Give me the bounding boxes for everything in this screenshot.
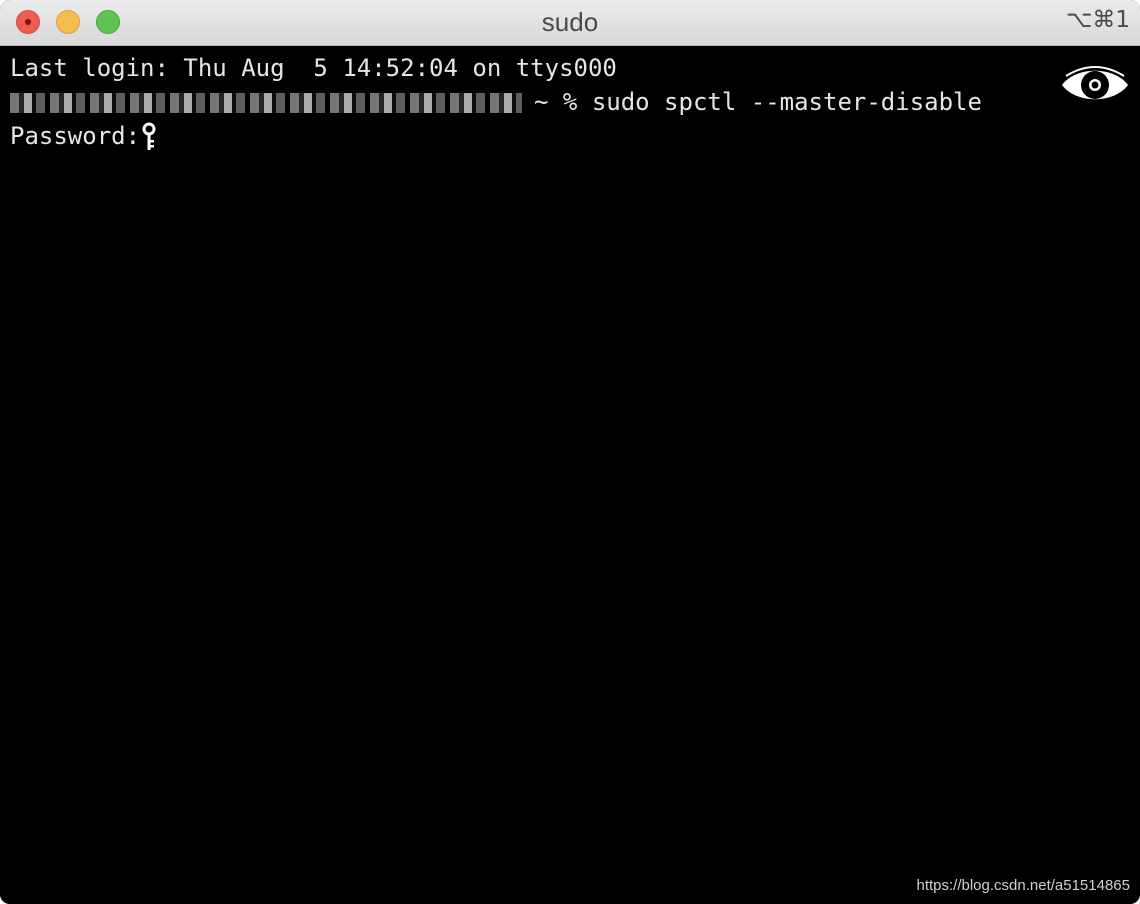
password-line[interactable]: Password:	[10, 119, 156, 153]
redacted-prompt	[10, 93, 522, 113]
title-bar[interactable]: sudo ⌥⌘1	[0, 0, 1140, 46]
password-prompt: Password:	[10, 122, 141, 150]
last-login-line: Last login: Thu Aug 5 14:52:04 on ttys00…	[10, 54, 617, 82]
eye-icon	[1062, 66, 1128, 100]
command-text: sudo spctl --master-disable	[591, 88, 982, 116]
window-title: sudo	[541, 7, 599, 37]
watermark: https://blog.csdn.net/a51514865	[916, 877, 1130, 894]
key-icon	[142, 122, 156, 150]
terminal-window: sudo ⌥⌘1 Last login: Thu Aug 5 14:52:04 …	[0, 0, 1140, 904]
window-shortcut: ⌥⌘1	[1065, 7, 1130, 33]
prompt-suffix: ~ %	[534, 88, 578, 116]
terminal-content[interactable]: Last login: Thu Aug 5 14:52:04 on ttys00…	[0, 46, 1140, 904]
command-line: ~ % sudo spctl --master-disable	[10, 85, 982, 119]
